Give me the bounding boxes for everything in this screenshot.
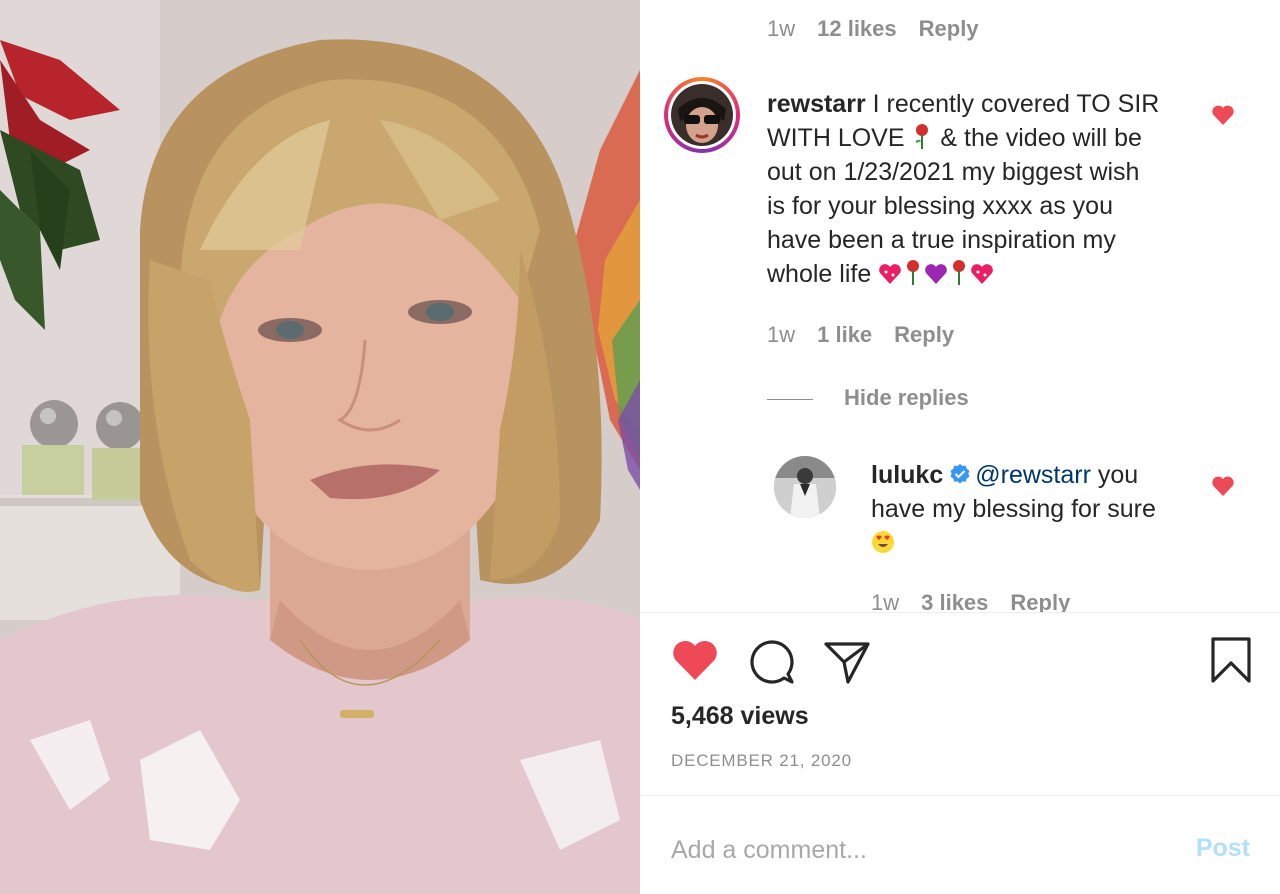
sparkling-heart-emoji-icon	[879, 264, 902, 284]
comment-time: 1w	[767, 16, 796, 41]
post-media[interactable]	[0, 0, 640, 894]
previous-comment-meta: 1w 12 likes Reply	[767, 16, 979, 42]
comment-rewstarr: rewstarr I recently covered TO SIR WITH …	[767, 87, 1197, 291]
share-icon[interactable]	[822, 638, 872, 686]
reply-text: you	[1090, 461, 1139, 489]
reply-lulukc: lulukc @rewstarr you have my blessing for…	[871, 458, 1211, 560]
comment-time: 1w	[767, 322, 796, 347]
reply-like-heart-icon[interactable]	[1211, 475, 1235, 497]
comment-line: have been a true inspiration my	[767, 226, 1116, 254]
mention-link[interactable]: @rewstarr	[975, 461, 1091, 489]
view-count[interactable]: 5,468 views	[671, 702, 809, 731]
reply-meta: 1w 3 likes Reply	[871, 590, 1070, 612]
hide-replies-line	[767, 399, 813, 400]
sparkling-heart-emoji-icon	[971, 264, 994, 284]
add-comment-input[interactable]	[671, 832, 1151, 868]
reply-button[interactable]: Reply	[1010, 590, 1070, 612]
comment-line: WITH LOVE	[767, 124, 905, 152]
rose-emoji-icon	[907, 260, 920, 285]
comment-username[interactable]: rewstarr	[767, 90, 866, 118]
avatar-lulukc[interactable]	[774, 456, 836, 518]
hide-replies-button[interactable]: Hide replies	[844, 385, 969, 411]
rose-emoji-icon	[916, 124, 929, 149]
reply-time: 1w	[871, 590, 900, 612]
reply-button[interactable]: Reply	[894, 322, 954, 348]
actions-divider	[640, 612, 1280, 613]
heart-icon[interactable]	[671, 638, 719, 682]
avatar-image	[668, 81, 736, 149]
reply-text: have my blessing for sure	[871, 495, 1156, 523]
purple-heart-emoji-icon	[925, 264, 948, 284]
comment-icon[interactable]	[748, 638, 796, 686]
bookmark-icon[interactable]	[1210, 636, 1252, 684]
media-illustration	[0, 0, 640, 894]
comment-likes[interactable]: 12 likes	[817, 16, 897, 42]
reply-button[interactable]: Reply	[919, 16, 979, 42]
post-date[interactable]: DECEMBER 21, 2020	[671, 751, 852, 771]
comment-likes[interactable]: 1 like	[817, 322, 872, 348]
comment-line: out on 1/23/2021 my biggest wish	[767, 158, 1140, 186]
post-side-panel: 1w 12 likes Reply rewstarr I recently co…	[640, 0, 1280, 894]
comment-line: & the video will be	[940, 124, 1142, 152]
emoji-sequence	[878, 260, 994, 288]
avatar-image	[774, 456, 836, 518]
reply-likes[interactable]: 3 likes	[921, 590, 988, 612]
heart-eyes-emoji-icon	[872, 531, 894, 553]
rose-emoji-icon	[953, 260, 966, 285]
post-comment-button[interactable]: Post	[1196, 834, 1250, 863]
comment-line: is for your blessing xxxx as you	[767, 192, 1113, 220]
verified-icon	[950, 464, 970, 484]
comment-meta: 1w 1 like Reply	[767, 322, 954, 348]
reply-username[interactable]: lulukc	[871, 461, 943, 489]
comment-box-divider	[640, 795, 1280, 796]
comment-line: whole life	[767, 260, 872, 288]
comment-like-heart-icon[interactable]	[1211, 104, 1235, 126]
comments-list[interactable]: 1w 12 likes Reply rewstarr I recently co…	[640, 0, 1280, 612]
avatar-rewstarr[interactable]	[664, 77, 740, 153]
comment-line: I recently covered TO SIR	[872, 90, 1160, 118]
post-actions	[640, 636, 1280, 686]
